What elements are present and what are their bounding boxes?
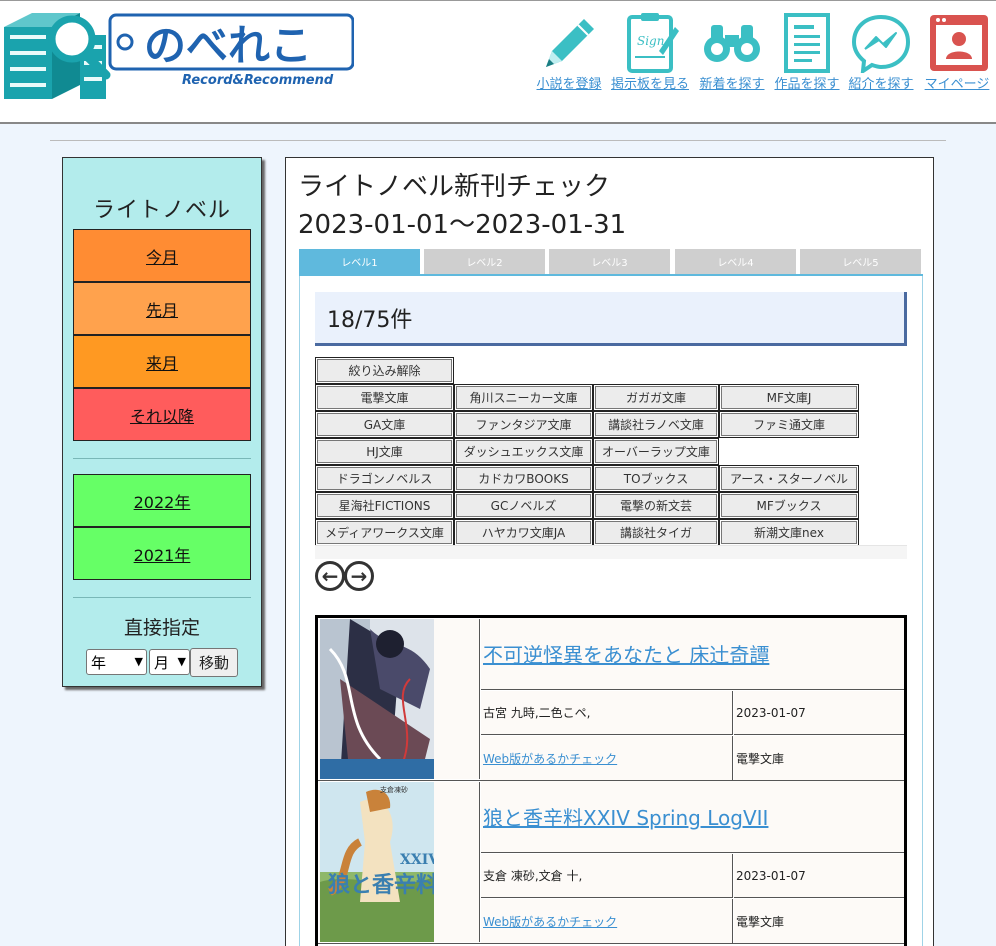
chevron-down-icon: ▼	[177, 655, 186, 668]
page-title: ライトノベル新刊チェック 2023-01-01～2023-01-31	[298, 172, 627, 240]
book-label: 電撃文庫	[734, 736, 904, 780]
tab-level-4[interactable]: レベル4	[675, 249, 796, 274]
filter-button[interactable]: MFブックス	[719, 492, 859, 519]
filter-button[interactable]: ファンタジア文庫	[454, 411, 593, 438]
filter-button[interactable]: ドラゴンノベルス	[315, 465, 454, 492]
sidebar-divider	[73, 458, 251, 459]
clipboard-sign-icon: Sign	[627, 13, 679, 73]
book-date: 2023-01-07	[734, 691, 904, 735]
row-divider	[318, 943, 904, 944]
next-page-button[interactable]: →	[344, 561, 374, 591]
nav-bulletin-board[interactable]: Sign 掲示板を見る	[610, 11, 690, 93]
month-select[interactable]: 月 ▼	[149, 649, 190, 675]
book-author: 支倉 凍砂,文倉 十,	[481, 854, 733, 898]
filter-button[interactable]: ダッシュエックス文庫	[454, 438, 593, 465]
book-cover-image[interactable]: 狼と香辛料 XXIV 支倉凍砂	[320, 782, 434, 942]
prev-page-button[interactable]: ←	[315, 561, 345, 591]
tab-level-5[interactable]: レベル5	[800, 249, 921, 274]
filter-button[interactable]: アース・スターノベル	[719, 465, 859, 492]
svg-text:XXIV: XXIV	[400, 852, 434, 868]
web-check-cell: Web版があるかチェック	[481, 736, 733, 780]
filter-button[interactable]: 電撃文庫	[315, 384, 454, 411]
sidebar-title: ライトノベル	[92, 198, 231, 223]
tab-level-3[interactable]: レベル3	[549, 249, 670, 274]
filter-button[interactable]: オーバーラップ文庫	[593, 438, 719, 465]
move-button[interactable]: 移動	[190, 648, 238, 677]
messenger-icon	[851, 14, 911, 73]
filter-button[interactable]: 新潮文庫nex	[719, 519, 859, 546]
web-check-link[interactable]: Web版があるかチェック	[483, 913, 617, 930]
filter-button[interactable]: GA文庫	[315, 411, 454, 438]
nav-my-page[interactable]: マイページ	[922, 11, 992, 93]
filter-button[interactable]: 電撃の新文芸	[593, 492, 719, 519]
filter-button[interactable]: 講談社タイガ	[593, 519, 719, 546]
chevron-down-icon: ▼	[134, 655, 143, 668]
nav-search-introductions[interactable]: 紹介を探す	[847, 11, 915, 93]
arrow-right-circle-icon: →	[350, 564, 368, 588]
filter-footer	[315, 545, 907, 559]
nav-register-novel[interactable]: 小説を登録	[536, 11, 602, 93]
divider	[50, 140, 946, 141]
year-select[interactable]: 年 ▼	[86, 649, 147, 675]
year-2021-button[interactable]: 2021年	[73, 527, 251, 580]
filter-button[interactable]: ガガガ文庫	[593, 384, 719, 411]
pencil-icon	[546, 19, 594, 67]
direct-select-label: 直接指定	[123, 617, 200, 639]
book-row: 不可逆怪異をあなたと 床辻奇譚 古宮 九時,二色こペ, 2023-01-07 W…	[318, 618, 904, 780]
book-list: 不可逆怪異をあなたと 床辻奇譚 古宮 九時,二色こペ, 2023-01-07 W…	[315, 615, 907, 946]
book-title-link[interactable]: 不可逆怪異をあなたと 床辻奇譚	[483, 639, 769, 668]
filter-button[interactable]: MF文庫J	[719, 384, 859, 411]
nav-search-works[interactable]: 作品を探す	[773, 11, 841, 93]
arrow-left-circle-icon: ←	[321, 564, 339, 588]
result-count: 18/75件	[315, 292, 907, 346]
filter-button[interactable]: HJ文庫	[315, 438, 454, 465]
book-title-cell: 狼と香辛料XXIV Spring LogVII	[481, 781, 904, 853]
this-month-button[interactable]: 今月	[73, 229, 251, 282]
site-logo[interactable]: のべれこ Record&Recommend	[2, 5, 355, 101]
book-author: 古宮 九時,二色こペ,	[481, 691, 733, 735]
svg-text:Sign: Sign	[637, 34, 664, 48]
last-month-button[interactable]: 先月	[73, 282, 251, 335]
svg-text:狼と香辛料: 狼と香辛料	[328, 872, 434, 898]
year-2022-button[interactable]: 2022年	[73, 474, 251, 527]
book-cover-cell: 狼と香辛料 XXIV 支倉凍砂	[319, 782, 480, 942]
next-month-button[interactable]: 来月	[73, 335, 251, 388]
user-profile-icon	[930, 15, 988, 71]
web-check-link[interactable]: Web版があるかチェック	[483, 750, 617, 767]
binoculars-icon	[704, 25, 760, 62]
filter-button[interactable]: 星海社FICTIONS	[315, 492, 454, 519]
book-date: 2023-01-07	[734, 854, 904, 898]
tab-level-1[interactable]: レベル1	[299, 249, 420, 274]
document-icon	[784, 13, 830, 73]
filter-button[interactable]: 角川スニーカー文庫	[454, 384, 593, 411]
svg-text:Record&Recommend: Record&Recommend	[182, 73, 334, 88]
clear-filter-button[interactable]: 絞り込み解除	[315, 357, 454, 384]
level-tabs: レベル1 レベル2 レベル3 レベル4 レベル5	[299, 249, 923, 274]
book-title-link[interactable]: 狼と香辛料XXIV Spring LogVII	[483, 802, 768, 831]
web-check-cell: Web版があるかチェック	[481, 899, 733, 943]
main-content: ライトノベル新刊チェック 2023-01-01～2023-01-31 レベル1 …	[285, 157, 934, 946]
filter-button[interactable]: TOブックス	[593, 465, 719, 492]
svg-text:のべれこ: のべれこ	[144, 21, 312, 70]
sidebar: ライトノベル 今月 先月 来月 それ以降 2022年 2021年 直接指定 年 ▼…	[62, 157, 262, 687]
filter-button[interactable]: GCノベルズ	[454, 492, 593, 519]
tab-panel: 18/75件 絞り込み解除 電撃文庫 角川スニーカー文庫 ガガガ文庫 MF文庫J…	[299, 276, 923, 946]
site-header: のべれこ Record&Recommend 小説を登録 Sign 掲示板を見る	[0, 0, 996, 124]
sidebar-divider	[73, 597, 251, 598]
filter-button[interactable]: ファミ通文庫	[719, 411, 859, 438]
book-cover-image[interactable]	[320, 619, 434, 779]
book-row: 狼と香辛料 XXIV 支倉凍砂 狼と香辛料XXIV Spring LogVII …	[318, 781, 904, 943]
book-title-cell: 不可逆怪異をあなたと 床辻奇譚	[481, 618, 904, 690]
nav-new-arrivals[interactable]: 新着を探す	[697, 11, 767, 93]
filter-button[interactable]: ハヤカワ文庫JA	[454, 519, 593, 546]
svg-text:支倉凍砂: 支倉凍砂	[380, 785, 408, 794]
filter-button[interactable]: カドカワBOOKS	[454, 465, 593, 492]
book-label: 電撃文庫	[734, 899, 904, 943]
tab-level-2[interactable]: レベル2	[424, 249, 545, 274]
book-cover-cell	[319, 619, 480, 779]
later-button[interactable]: それ以降	[73, 388, 251, 441]
filter-button[interactable]: メディアワークス文庫	[315, 519, 454, 546]
filter-button[interactable]: 講談社ラノベ文庫	[593, 411, 719, 438]
